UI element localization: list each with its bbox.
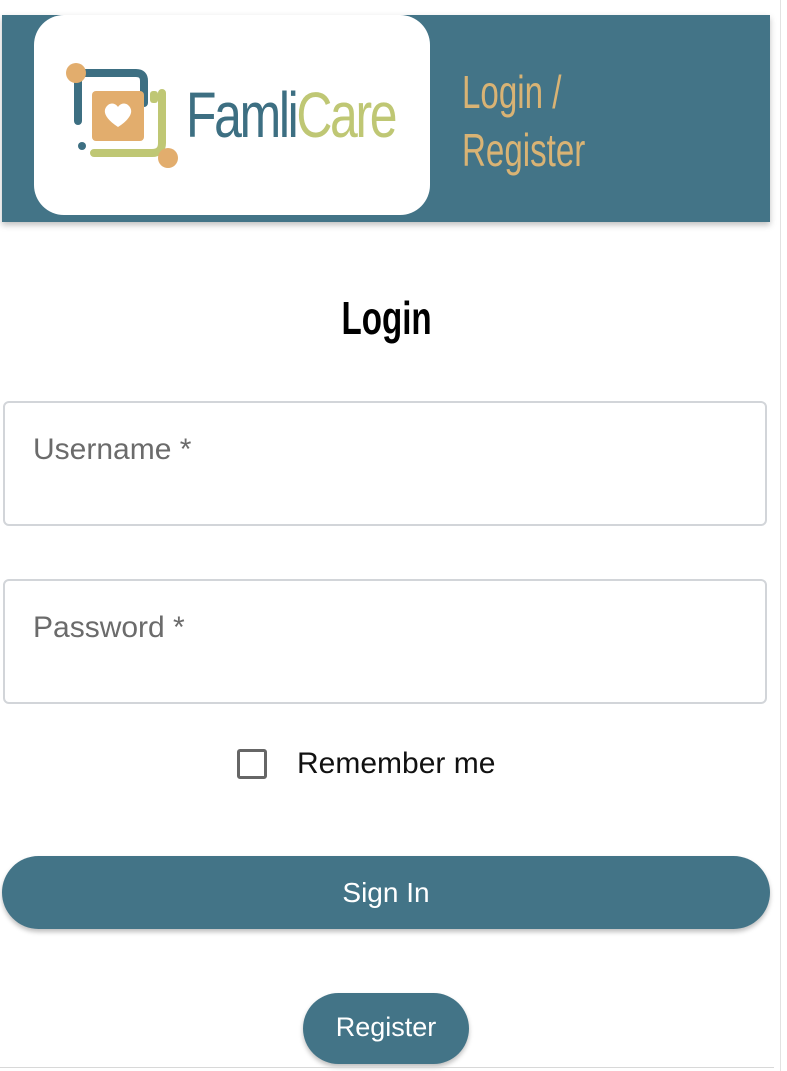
username-field[interactable]: Username * (3, 401, 767, 526)
remember-me-checkbox[interactable] (237, 749, 267, 779)
login-page: FamliCare Login / Register Login Usernam… (0, 0, 787, 1071)
header-title-line2: Register (462, 124, 586, 176)
header-bar: FamliCare Login / Register (2, 15, 770, 222)
sign-in-button[interactable]: Sign In (2, 856, 770, 929)
login-heading: Login (0, 288, 774, 348)
password-input[interactable] (33, 651, 737, 689)
username-label: Username * (33, 433, 192, 466)
password-field[interactable]: Password * (3, 579, 767, 704)
scrollbar-edge (780, 0, 781, 1071)
logo-care-text: Care (296, 79, 397, 151)
password-label: Password * (33, 611, 185, 644)
logo-wordmark: FamliCare (186, 77, 397, 153)
divider (0, 1067, 774, 1068)
header-title-line1: Login / (462, 66, 562, 118)
remember-me-row[interactable]: Remember me (237, 742, 495, 786)
login-heading-text: Login (341, 292, 433, 344)
famlicare-logo-icon (66, 63, 178, 168)
username-input[interactable] (33, 473, 737, 511)
logo-card[interactable]: FamliCare (34, 15, 430, 215)
header-title: Login / Register (462, 63, 606, 179)
remember-me-label[interactable]: Remember me (297, 747, 495, 781)
register-button[interactable]: Register (303, 993, 469, 1064)
logo-famli-text: Famli (186, 79, 299, 151)
